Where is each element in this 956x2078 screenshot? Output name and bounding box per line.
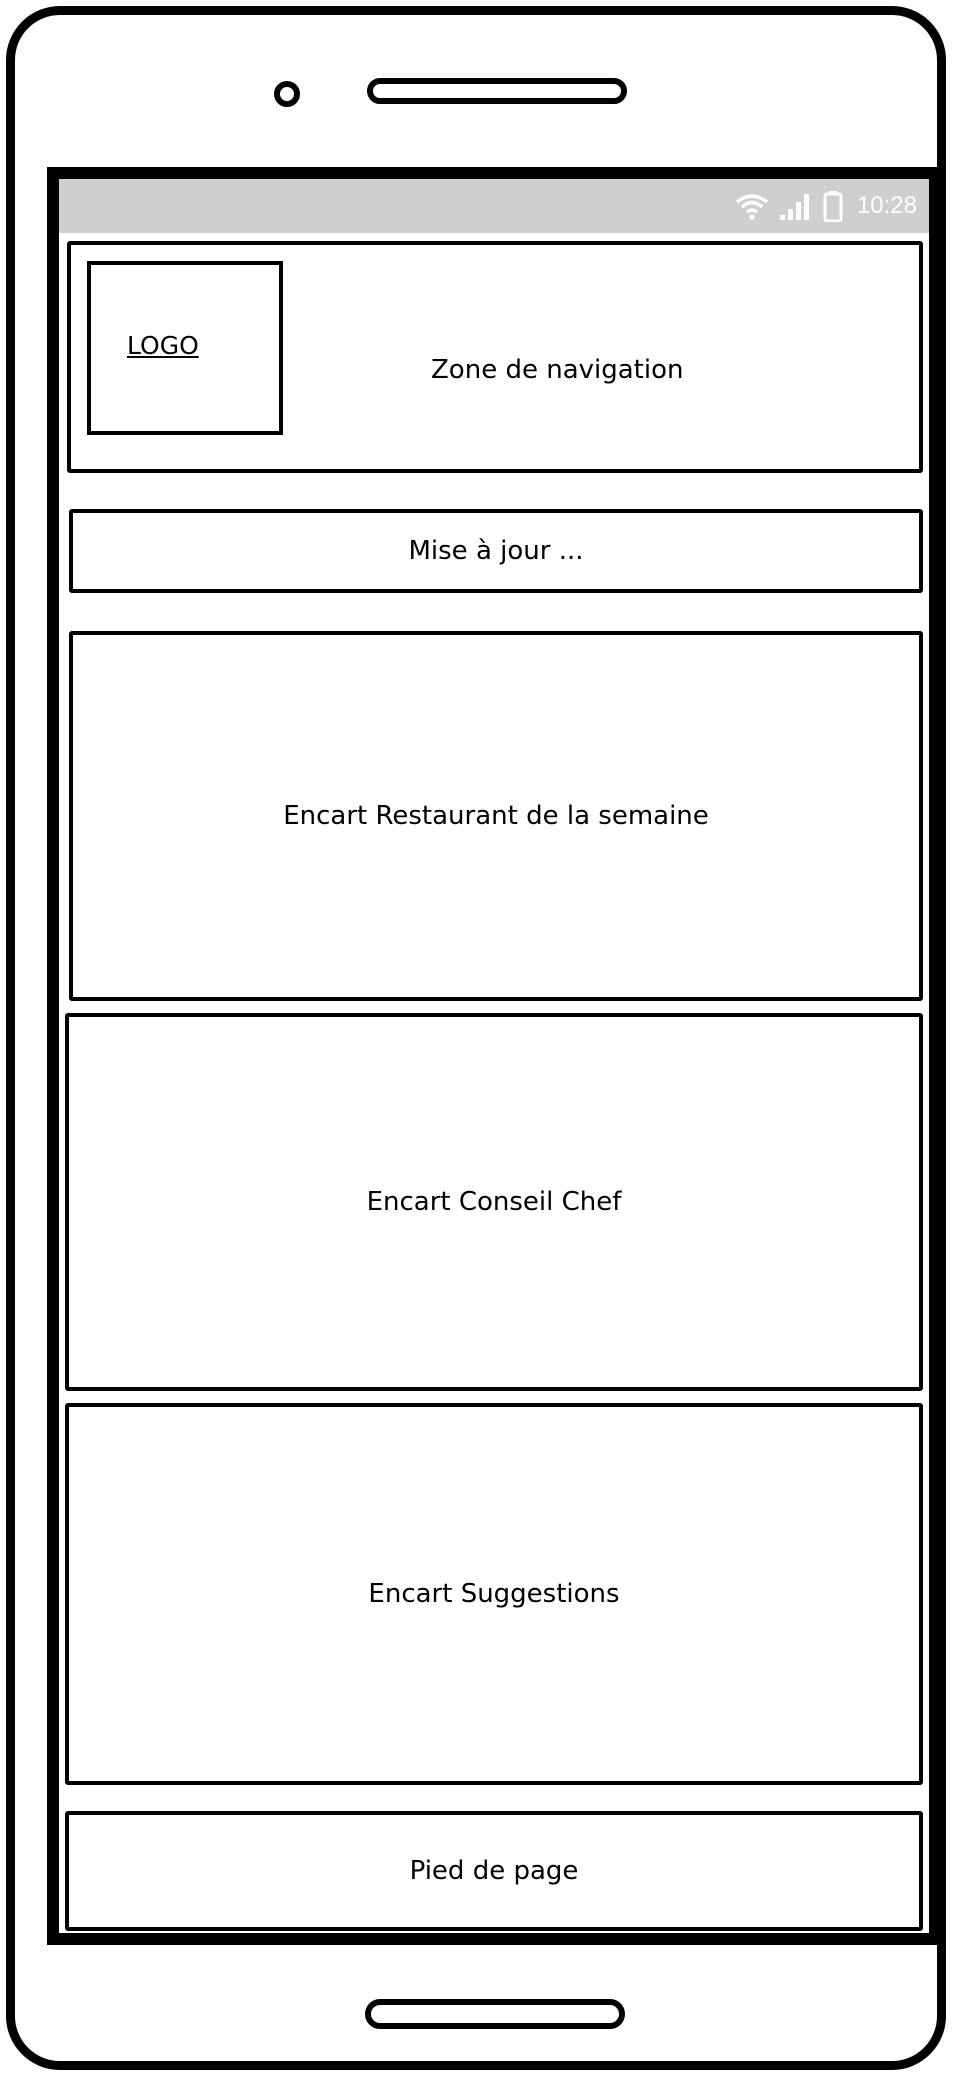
screen: 10:28 Zone de navigation LOGO Mise à jou…	[47, 167, 941, 1945]
suggestions-card-label: Encart Suggestions	[368, 1579, 620, 1609]
chef-card-label: Encart Conseil Chef	[366, 1187, 622, 1217]
page-footer: Pied de page	[65, 1811, 923, 1931]
chef-advice-card[interactable]: Encart Conseil Chef	[65, 1013, 923, 1391]
wifi-icon	[735, 192, 769, 220]
footer-label: Pied de page	[409, 1856, 579, 1886]
nav-zone-label: Zone de navigation	[431, 355, 684, 385]
camera-icon	[274, 81, 300, 107]
status-time: 10:28	[856, 192, 917, 219]
suggestions-card[interactable]: Encart Suggestions	[65, 1403, 923, 1785]
status-bar: 10:28	[59, 179, 929, 233]
restaurant-card-label: Encart Restaurant de la semaine	[283, 801, 709, 831]
phone-frame: 10:28 Zone de navigation LOGO Mise à jou…	[6, 6, 946, 2070]
signal-icon	[779, 191, 813, 221]
logo[interactable]: LOGO	[87, 261, 283, 435]
update-banner: Mise à jour ...	[69, 509, 923, 593]
battery-icon	[823, 190, 843, 222]
home-button[interactable]	[365, 1999, 625, 2029]
speaker-grille	[367, 78, 627, 104]
restaurant-of-week-card[interactable]: Encart Restaurant de la semaine	[69, 631, 923, 1001]
update-label: Mise à jour ...	[408, 536, 584, 566]
logo-label: LOGO	[127, 331, 199, 360]
